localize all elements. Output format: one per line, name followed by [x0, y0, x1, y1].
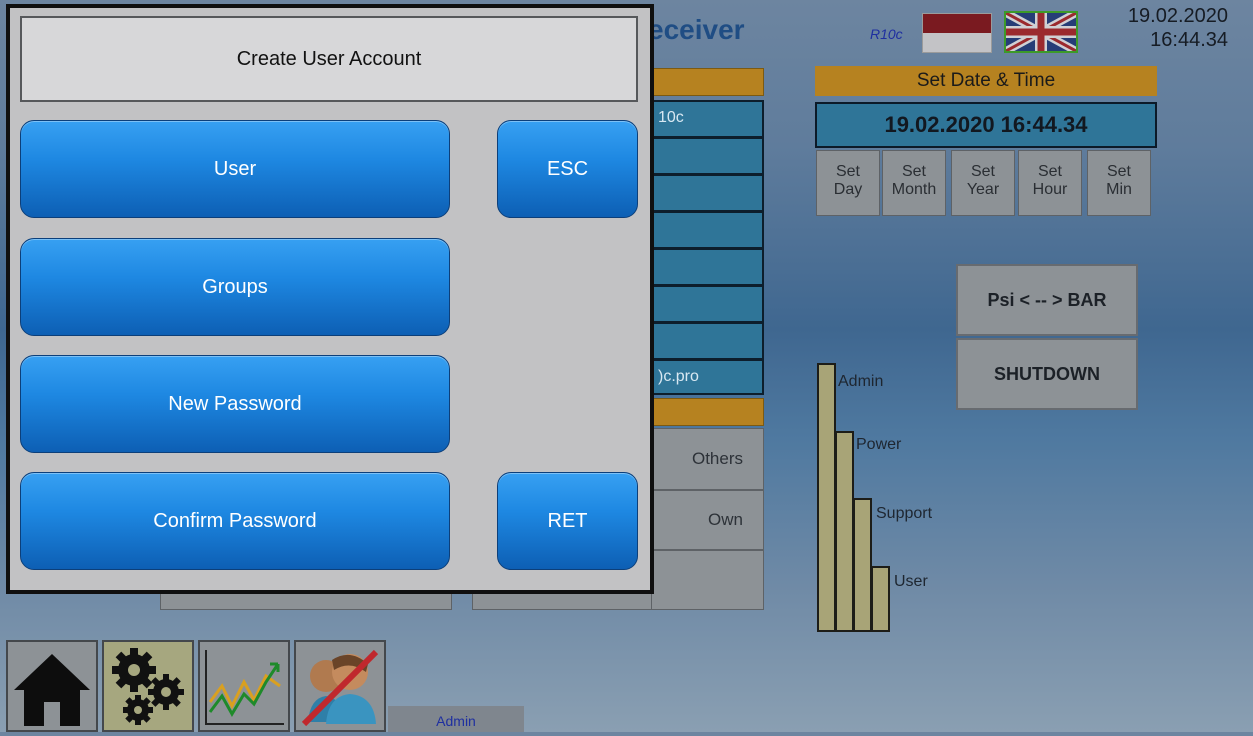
- users-crossed-icon: [301, 649, 379, 727]
- user-level-bar: [871, 566, 890, 632]
- set-year-button[interactable]: Set Year: [951, 150, 1015, 216]
- ret-button[interactable]: RET: [497, 472, 638, 570]
- user-level-label: User: [894, 573, 928, 590]
- unit-toggle-button[interactable]: Psi < -- > BAR: [956, 264, 1138, 336]
- receiver-field[interactable]: 10c: [650, 100, 764, 138]
- dialog-title: Create User Account: [20, 16, 638, 102]
- support-level-bar: [853, 498, 872, 632]
- receiver-field[interactable]: [650, 211, 764, 249]
- permission-button[interactable]: [650, 550, 764, 610]
- admin-level-bar: [817, 363, 836, 632]
- trend-chart-icon: [205, 650, 284, 725]
- home-icon: [14, 654, 90, 726]
- new-password-button[interactable]: New Password: [20, 355, 450, 453]
- clock-time: 16:44.34: [1150, 29, 1228, 51]
- clock: 19.02.2020 16:44.34: [1100, 4, 1228, 52]
- receiver-field[interactable]: [650, 248, 764, 286]
- set-min-button[interactable]: Set Min: [1087, 150, 1151, 216]
- set-day-button[interactable]: Set Day: [816, 150, 880, 216]
- set-hour-button[interactable]: Set Hour: [1018, 150, 1082, 216]
- settings-nav-button[interactable]: [102, 640, 194, 732]
- receiver-field[interactable]: [650, 285, 764, 323]
- confirm-password-button[interactable]: Confirm Password: [20, 472, 450, 570]
- permission-own-button[interactable]: Own: [650, 490, 764, 550]
- admin-level-label: Admin: [838, 373, 884, 390]
- uk-flag-icon[interactable]: [1004, 9, 1078, 55]
- receiver-field[interactable]: [650, 137, 764, 175]
- app-title: eceiver: [648, 14, 745, 45]
- version-label: R10c: [870, 26, 903, 42]
- receiver-field[interactable]: [650, 322, 764, 360]
- receiver-field[interactable]: [650, 174, 764, 212]
- clock-date: 19.02.2020: [1127, 5, 1228, 27]
- indonesia-flag-icon[interactable]: [922, 13, 992, 53]
- section-header: [650, 398, 764, 426]
- power-level-label: Power: [856, 436, 902, 453]
- section-header: [650, 68, 764, 96]
- esc-button[interactable]: ESC: [497, 120, 638, 218]
- trend-nav-button[interactable]: [198, 640, 290, 732]
- set-month-button[interactable]: Set Month: [882, 150, 946, 216]
- power-level-bar: [835, 431, 854, 632]
- users-nav-button[interactable]: [294, 640, 386, 732]
- support-level-label: Support: [876, 505, 933, 522]
- gears-icon: [112, 648, 184, 725]
- date-time-display: 19.02.2020 16:44.34: [815, 102, 1157, 148]
- current-user-tab: Admin: [388, 706, 524, 732]
- groups-button[interactable]: Groups: [20, 238, 450, 336]
- receiver-field[interactable]: )c.pro: [650, 359, 764, 395]
- home-nav-button[interactable]: [6, 640, 98, 732]
- permission-others-button[interactable]: Others: [650, 428, 764, 490]
- shutdown-button[interactable]: SHUTDOWN: [956, 338, 1138, 410]
- set-date-time-title: Set Date & Time: [815, 66, 1157, 96]
- user-button[interactable]: User: [20, 120, 450, 218]
